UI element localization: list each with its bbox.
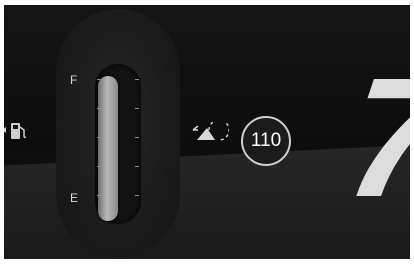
- fuel-gauge-track: [95, 64, 141, 224]
- fuel-tick: [135, 137, 139, 138]
- fuel-tick: [97, 195, 101, 196]
- speed-limit-value: 110: [250, 130, 282, 151]
- instrument-cluster: F E 110 7: [4, 5, 410, 259]
- fuel-gauge-level-bar: [98, 76, 118, 221]
- fuel-tick: [97, 166, 101, 167]
- fuel-tick: [97, 137, 101, 138]
- fuel-tick: [97, 108, 101, 109]
- fuel-tick: [135, 195, 139, 196]
- adaptive-cruise-icon: [191, 119, 230, 149]
- fuel-tick: [135, 108, 139, 109]
- fuel-tick: [135, 79, 139, 80]
- speed-limit-sign: 110: [241, 116, 291, 166]
- fuel-tick: [97, 79, 101, 80]
- caret-left-icon: [4, 127, 6, 133]
- fuel-full-label: F: [70, 73, 78, 87]
- fuel-pump-icon: [4, 121, 32, 148]
- speedometer-readout: 7: [336, 43, 410, 233]
- fuel-tick: [135, 166, 139, 167]
- fuel-gauge-pod: F E: [56, 9, 180, 257]
- fuel-empty-label: E: [70, 191, 79, 205]
